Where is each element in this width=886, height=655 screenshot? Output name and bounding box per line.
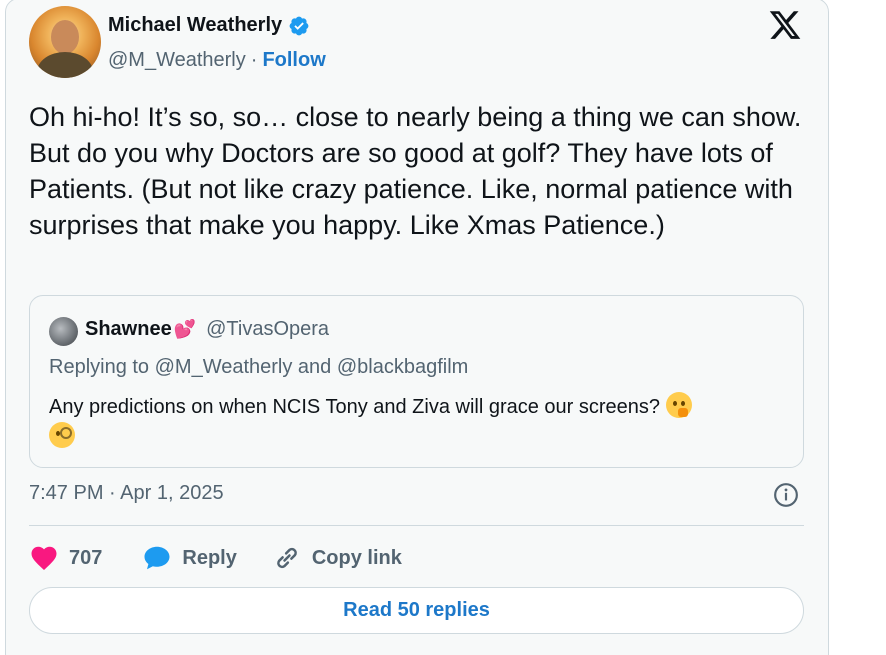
like-count: 707	[69, 546, 103, 569]
reply-button[interactable]: Reply	[142, 543, 237, 573]
reply-label: Reply	[182, 546, 237, 569]
quote-author-row: Shawnee 💕 @TivasOpera	[85, 318, 329, 341]
divider	[29, 525, 804, 526]
quote-replying-to: Replying to @M_Weatherly and @blackbagfi…	[49, 356, 469, 378]
quoted-tweet[interactable]: Shawnee 💕 @TivasOpera Replying to @M_Wea…	[29, 295, 804, 468]
like-button[interactable]: 707	[29, 543, 102, 573]
info-icon[interactable]	[773, 482, 799, 508]
avatar-body	[37, 52, 93, 78]
link-icon	[277, 547, 297, 569]
tweet-timestamp[interactable]: 7:47 PM · Apr 1, 2025	[29, 482, 224, 505]
author-name-row: Michael Weatherly	[108, 14, 310, 37]
author-handle[interactable]: @M_Weatherly	[108, 49, 246, 72]
copy-link-button[interactable]: Copy link	[272, 543, 402, 573]
quote-author-handle[interactable]: @TivasOpera	[206, 318, 329, 341]
handle-separator: ·	[250, 49, 258, 71]
avatar-face	[51, 20, 79, 54]
tweet-text: Oh hi-ho! It’s so, so… close to nearly b…	[29, 102, 802, 240]
copy-link-label: Copy link	[311, 546, 402, 569]
follow-button[interactable]: Follow	[262, 49, 325, 72]
author-handle-row: @M_Weatherly · Follow	[108, 49, 326, 72]
two-hearts-icon: 💕	[173, 319, 197, 339]
x-logo-icon[interactable]	[768, 8, 802, 42]
verified-badge-icon	[289, 16, 309, 35]
heart-icon	[31, 546, 57, 570]
quote-text-block: Any predictions on when NCIS Tony and Zi…	[49, 392, 789, 452]
author-name[interactable]: Michael Weatherly	[108, 14, 282, 37]
read-replies-button[interactable]: Read 50 replies	[29, 587, 804, 634]
action-bar: 707 Reply Copy link	[29, 541, 402, 575]
reply-bubble-icon	[144, 546, 170, 570]
thinking-face-icon	[665, 392, 692, 418]
quote-author-name[interactable]: Shawnee	[85, 318, 172, 341]
quote-author-avatar[interactable]	[49, 317, 78, 346]
quote-text: Any predictions on when NCIS Tony and Zi…	[49, 396, 661, 418]
face-with-monocle-icon	[49, 422, 75, 448]
author-avatar[interactable]	[29, 6, 101, 78]
